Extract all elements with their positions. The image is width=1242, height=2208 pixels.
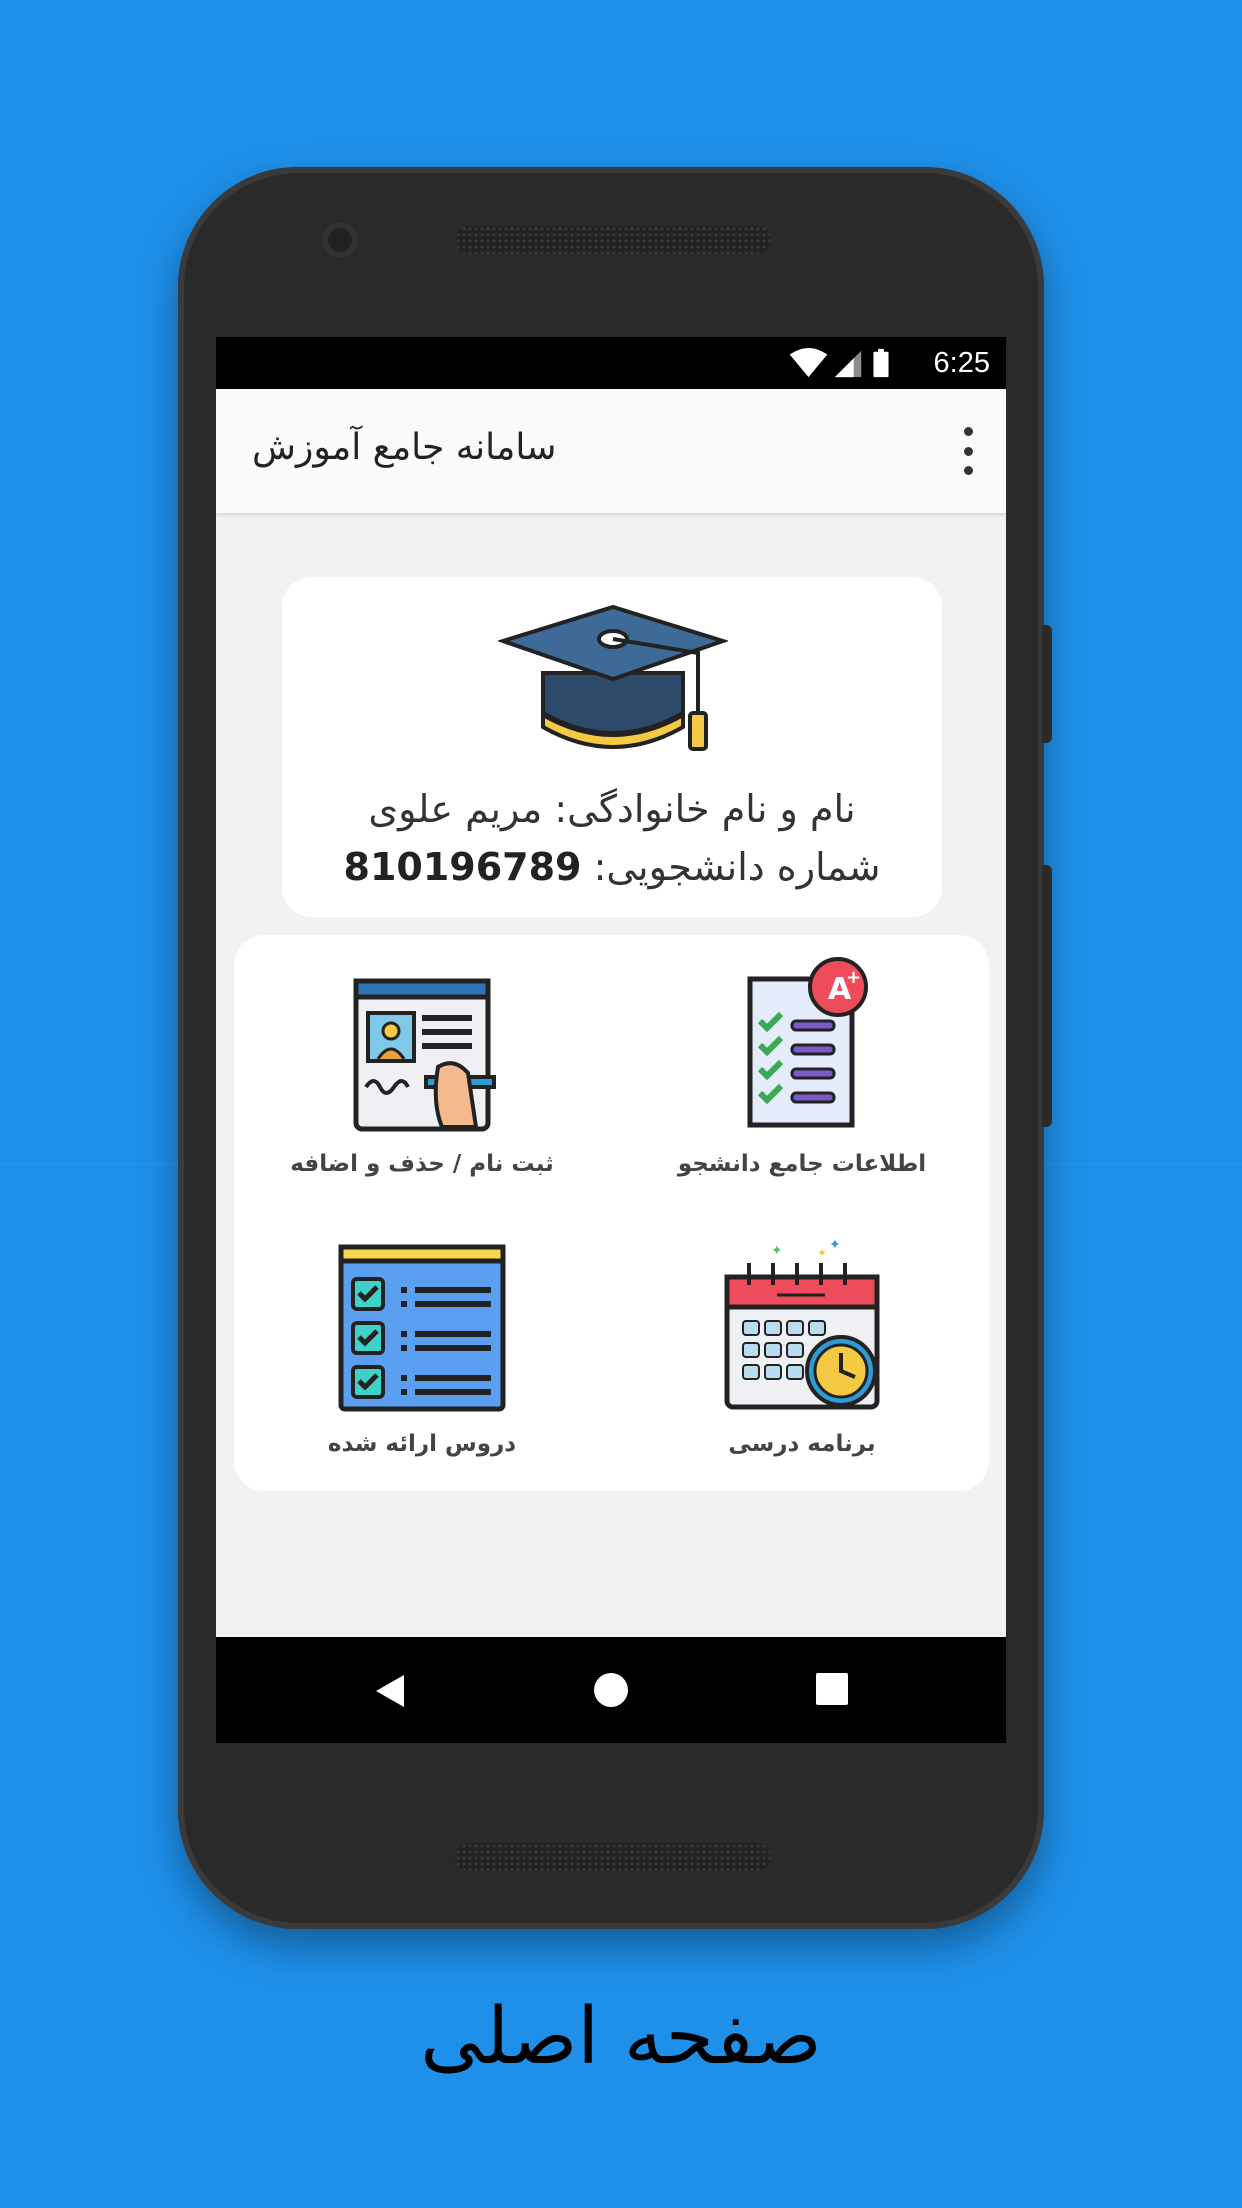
status-time: 6:25 (933, 347, 990, 379)
power-button (1042, 865, 1052, 1127)
student-info-tile[interactable]: A + اطلاعات جامع دانشجو (652, 957, 952, 1177)
status-bar: 6:25 (216, 337, 1006, 389)
offered-courses-label: دروس ارائه شده (327, 1431, 517, 1457)
top-speaker (455, 226, 771, 254)
offered-courses-tile[interactable]: دروس ارائه شده (272, 1237, 572, 1457)
battery-icon (873, 348, 889, 378)
back-icon[interactable] (374, 1673, 406, 1709)
schedule-tile[interactable]: ✦ ✦ ✦ برنامه درسی (652, 1237, 952, 1457)
home-icon[interactable] (594, 1673, 628, 1707)
svg-text:✦: ✦ (817, 1246, 827, 1260)
front-camera (322, 222, 358, 258)
wifi-icon (789, 347, 828, 378)
cell-signal-icon (834, 350, 862, 378)
svg-text:✦: ✦ (771, 1243, 783, 1259)
app-title: سامانه جامع آموزش (252, 427, 557, 468)
navigation-bar (216, 1637, 1006, 1743)
calendar-clock-icon: ✦ ✦ ✦ (724, 1237, 880, 1410)
volume-button (1042, 625, 1052, 743)
svg-text:+: + (846, 967, 861, 988)
registration-label: ثبت نام / حذف و اضافه (290, 1151, 554, 1177)
student-id: شماره دانشجویی: 810196789 (282, 845, 942, 889)
profile-card: نام و نام خانوادگی: مریم علوی شماره دانش… (282, 577, 942, 917)
svg-text:✦: ✦ (829, 1237, 841, 1253)
phone-screen: 6:25 سامانه جامع آموزش نام و نام خانوادگ… (216, 337, 1006, 1743)
student-id-value: 810196789 (343, 845, 582, 889)
student-name: نام و نام خانوادگی: مریم علوی (368, 787, 856, 831)
status-icons (789, 347, 889, 378)
recents-icon[interactable] (816, 1673, 848, 1705)
schedule-label: برنامه درسی (728, 1431, 876, 1457)
app-bar: سامانه جامع آموزش (216, 389, 1006, 513)
registration-form-icon (353, 978, 496, 1132)
checklist-icon (338, 1244, 506, 1412)
menu-card: A + اطلاعات جامع دانشجو ثبت نام / حذف و (234, 935, 989, 1491)
student-info-label: اطلاعات جامع دانشجو (677, 1151, 927, 1177)
bottom-speaker (455, 1843, 771, 1871)
page-caption: صفحه اصلی (420, 1992, 822, 2082)
registration-tile[interactable]: ثبت نام / حذف و اضافه (272, 957, 572, 1177)
report-card-icon: A + (747, 957, 868, 1128)
student-id-label: شماره دانشجویی: (581, 845, 881, 889)
graduation-cap-icon (498, 604, 728, 751)
overflow-menu-icon[interactable] (960, 427, 976, 475)
